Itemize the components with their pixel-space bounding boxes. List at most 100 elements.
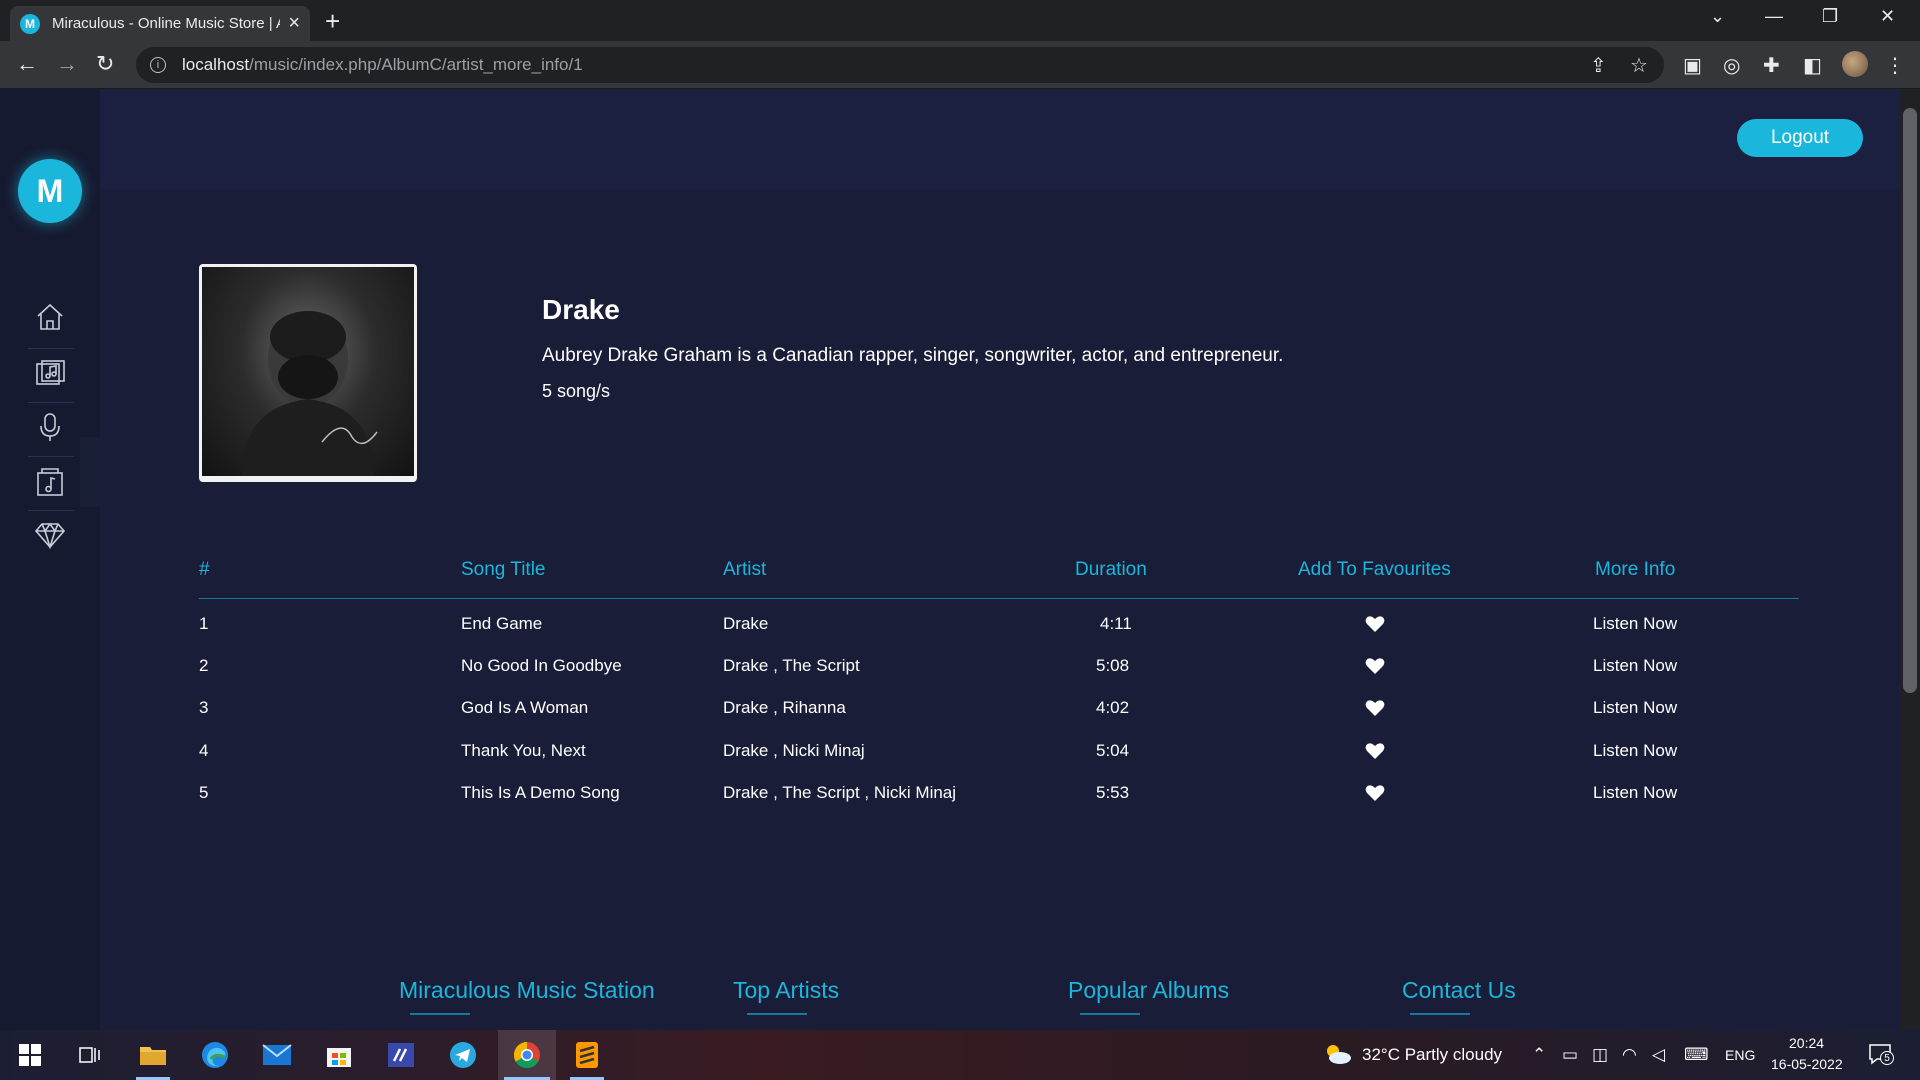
share-icon[interactable]: ⇪ bbox=[1590, 53, 1607, 78]
tab-favicon: M bbox=[20, 13, 40, 34]
notification-count: 5 bbox=[1880, 1051, 1894, 1065]
microphone-icon[interactable] bbox=[30, 407, 70, 447]
file-explorer-icon[interactable] bbox=[128, 1030, 178, 1080]
close-tab-icon[interactable]: × bbox=[288, 12, 300, 35]
song-title: God Is A Woman bbox=[461, 698, 589, 717]
artist-description: Aubrey Drake Graham is a Canadian rapper… bbox=[542, 345, 1284, 366]
column-header-artist: Artist bbox=[723, 559, 767, 580]
row-number: 1 bbox=[199, 614, 209, 633]
restore-button[interactable]: ❐ bbox=[1822, 6, 1838, 27]
language-indicator[interactable]: ENG bbox=[1725, 1047, 1755, 1063]
weather-partly-cloudy-icon bbox=[1327, 1045, 1351, 1064]
artist-image bbox=[199, 264, 417, 482]
footer-heading-top-artists: Top Artists bbox=[733, 977, 840, 1003]
tab-title: Miraculous - Online Music Store | Artist bbox=[52, 15, 280, 32]
song-duration: 4:02 bbox=[1096, 698, 1130, 717]
song-duration: 4:11 bbox=[1100, 614, 1132, 633]
back-button[interactable]: ← bbox=[16, 51, 38, 77]
song-title: This Is A Demo Song bbox=[461, 783, 620, 802]
heart-icon[interactable] bbox=[1365, 742, 1385, 760]
task-view-icon[interactable] bbox=[65, 1030, 115, 1080]
side-panel-icon[interactable]: ◧ bbox=[1803, 53, 1822, 78]
sidebar-divider bbox=[28, 348, 74, 349]
diamond-icon[interactable] bbox=[30, 515, 70, 555]
row-number: 2 bbox=[199, 656, 209, 675]
mail-icon[interactable] bbox=[252, 1030, 302, 1080]
row-number: 3 bbox=[199, 698, 209, 717]
telegram-icon[interactable] bbox=[438, 1030, 488, 1080]
wifi-icon[interactable]: ◠ bbox=[1622, 1045, 1637, 1065]
chrome-taskbar-icon[interactable] bbox=[498, 1030, 556, 1080]
song-artist: Drake , The Script bbox=[723, 656, 860, 675]
sublime-text-icon[interactable] bbox=[562, 1030, 612, 1080]
listen-now-link[interactable]: Listen Now bbox=[1593, 656, 1677, 676]
listen-now-link[interactable]: Listen Now bbox=[1593, 614, 1677, 634]
sidebar-divider bbox=[28, 456, 74, 457]
heart-icon[interactable] bbox=[1365, 699, 1385, 717]
app-logo[interactable]: M bbox=[18, 159, 82, 223]
row-number: 4 bbox=[199, 741, 209, 760]
sidebar-divider bbox=[28, 402, 74, 403]
close-window-button[interactable]: ✕ bbox=[1880, 6, 1895, 27]
sidebar-divider bbox=[28, 510, 74, 511]
tab-search-icon[interactable]: ⌄ bbox=[1710, 6, 1725, 27]
footer-underline bbox=[1080, 1013, 1140, 1015]
keyboard-icon[interactable]: ⌨ bbox=[1684, 1045, 1709, 1065]
song-duration: 5:08 bbox=[1096, 656, 1130, 675]
reload-button[interactable]: ↻ bbox=[96, 51, 114, 77]
meet-now-icon[interactable]: ◫ bbox=[1592, 1045, 1608, 1065]
volume-icon[interactable]: ◁ bbox=[1652, 1045, 1665, 1065]
song-title: No Good In Goodbye bbox=[461, 656, 622, 675]
profile-avatar[interactable] bbox=[1842, 51, 1868, 77]
footer-underline bbox=[747, 1013, 807, 1015]
taskbar: 32°C Partly cloudy ⌃ ▭ ◫ ◠ ◁ ⌨ ENG 20:24… bbox=[0, 1030, 1920, 1080]
song-artist: Drake , Rihanna bbox=[723, 698, 846, 717]
address-bar[interactable]: i localhost /music/index.php/AlbumC/arti… bbox=[136, 47, 1664, 83]
column-header-favourites: Add To Favourites bbox=[1298, 559, 1451, 580]
song-duration: 5:04 bbox=[1096, 741, 1130, 760]
battery-icon[interactable]: ▭ bbox=[1562, 1045, 1578, 1065]
browser-toolbar: ← → ↻ i localhost /music/index.php/Album… bbox=[0, 41, 1920, 89]
listen-now-link[interactable]: Listen Now bbox=[1593, 783, 1677, 803]
site-info-icon[interactable]: i bbox=[150, 57, 166, 73]
heart-icon[interactable] bbox=[1365, 784, 1385, 802]
extension-icon[interactable]: ▣ bbox=[1683, 53, 1702, 78]
clock-time[interactable]: 20:24 bbox=[1789, 1035, 1824, 1051]
home-icon[interactable] bbox=[30, 297, 70, 337]
listen-now-link[interactable]: Listen Now bbox=[1593, 741, 1677, 761]
bookmark-star-icon[interactable]: ☆ bbox=[1630, 53, 1648, 78]
menu-dots-icon[interactable]: ⋮ bbox=[1885, 53, 1905, 78]
song-duration: 5:53 bbox=[1096, 783, 1130, 802]
code-editor-icon[interactable] bbox=[376, 1030, 426, 1080]
music-file-icon[interactable] bbox=[30, 461, 70, 501]
footer-heading-popular-albums: Popular Albums bbox=[1068, 977, 1230, 1003]
song-title: End Game bbox=[461, 614, 543, 633]
url-host: localhost bbox=[182, 55, 250, 74]
heart-icon[interactable] bbox=[1365, 657, 1385, 675]
song-artist: Drake , Nicki Minaj bbox=[723, 741, 865, 760]
song-count: 5 song/s bbox=[542, 381, 611, 401]
music-album-icon[interactable] bbox=[30, 353, 70, 393]
extension-icon-2[interactable]: ◎ bbox=[1723, 53, 1740, 78]
column-header-more-info: More Info bbox=[1595, 559, 1676, 580]
clock-date[interactable]: 16-05-2022 bbox=[1771, 1056, 1843, 1072]
edge-browser-icon[interactable] bbox=[190, 1030, 240, 1080]
windows-start-icon[interactable] bbox=[5, 1030, 55, 1080]
heart-icon[interactable] bbox=[1365, 615, 1385, 633]
forward-button[interactable]: → bbox=[56, 51, 78, 77]
show-hidden-icons-chevron[interactable]: ⌃ bbox=[1532, 1045, 1546, 1065]
column-header-number: # bbox=[199, 559, 210, 580]
listen-now-link[interactable]: Listen Now bbox=[1593, 698, 1677, 718]
extensions-puzzle-icon[interactable]: ✚ bbox=[1763, 53, 1780, 78]
footer-heading-station: Miraculous Music Station bbox=[399, 977, 655, 1003]
weather-text[interactable]: 32°C Partly cloudy bbox=[1362, 1045, 1502, 1065]
store-icon[interactable] bbox=[314, 1030, 364, 1080]
notifications-icon[interactable]: 5 bbox=[1868, 1043, 1894, 1065]
new-tab-button[interactable]: + bbox=[325, 6, 340, 37]
logout-button[interactable]: Logout bbox=[1737, 119, 1863, 157]
column-header-title: Song Title bbox=[461, 559, 546, 580]
minimize-button[interactable]: — bbox=[1765, 6, 1783, 27]
browser-tab[interactable]: M Miraculous - Online Music Store | Arti… bbox=[10, 6, 310, 41]
sidebar: M bbox=[0, 89, 100, 1030]
scrollbar-thumb[interactable] bbox=[1903, 108, 1917, 693]
